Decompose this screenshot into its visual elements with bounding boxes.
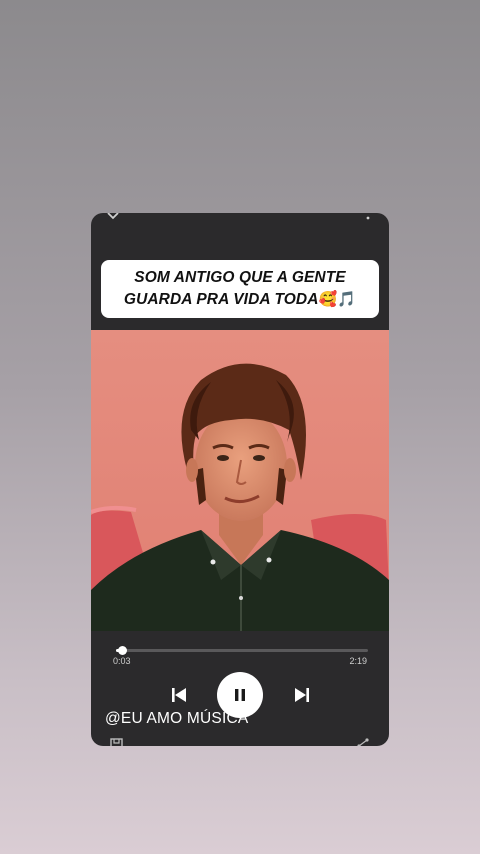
- previous-button[interactable]: [168, 684, 190, 706]
- skip-previous-icon: [172, 688, 186, 702]
- share-icon[interactable]: [356, 738, 370, 746]
- caption-text: SOM ANTIGO QUE A GENTE GUARDA PRA VIDA T…: [118, 267, 362, 311]
- account-handle: @EU AMO MÚSICA: [105, 710, 249, 727]
- skip-next-icon: [295, 688, 309, 702]
- total-time: 2:19: [349, 656, 367, 666]
- more-vertical-icon[interactable]: [365, 213, 371, 221]
- elapsed-time: 0:03: [113, 656, 131, 666]
- caption-line-1: SOM ANTIGO QUE A GENTE: [134, 269, 346, 286]
- caption-banner: SOM ANTIGO QUE A GENTE GUARDA PRA VIDA T…: [101, 260, 379, 318]
- save-icon[interactable]: [110, 738, 124, 746]
- next-button[interactable]: [291, 684, 313, 706]
- portrait-image: [91, 330, 389, 631]
- music-player-card: SOM ANTIGO QUE A GENTE GUARDA PRA VIDA T…: [91, 213, 389, 746]
- caption-emojis: 🥰🎵: [318, 291, 357, 308]
- progress-handle[interactable]: [117, 646, 127, 655]
- progress-bar[interactable]: [116, 646, 368, 655]
- pause-icon: [235, 689, 245, 701]
- album-art-video[interactable]: [91, 330, 389, 631]
- chevron-down-icon[interactable]: [105, 213, 121, 223]
- caption-line-2: GUARDA PRA VIDA TODA: [123, 291, 319, 308]
